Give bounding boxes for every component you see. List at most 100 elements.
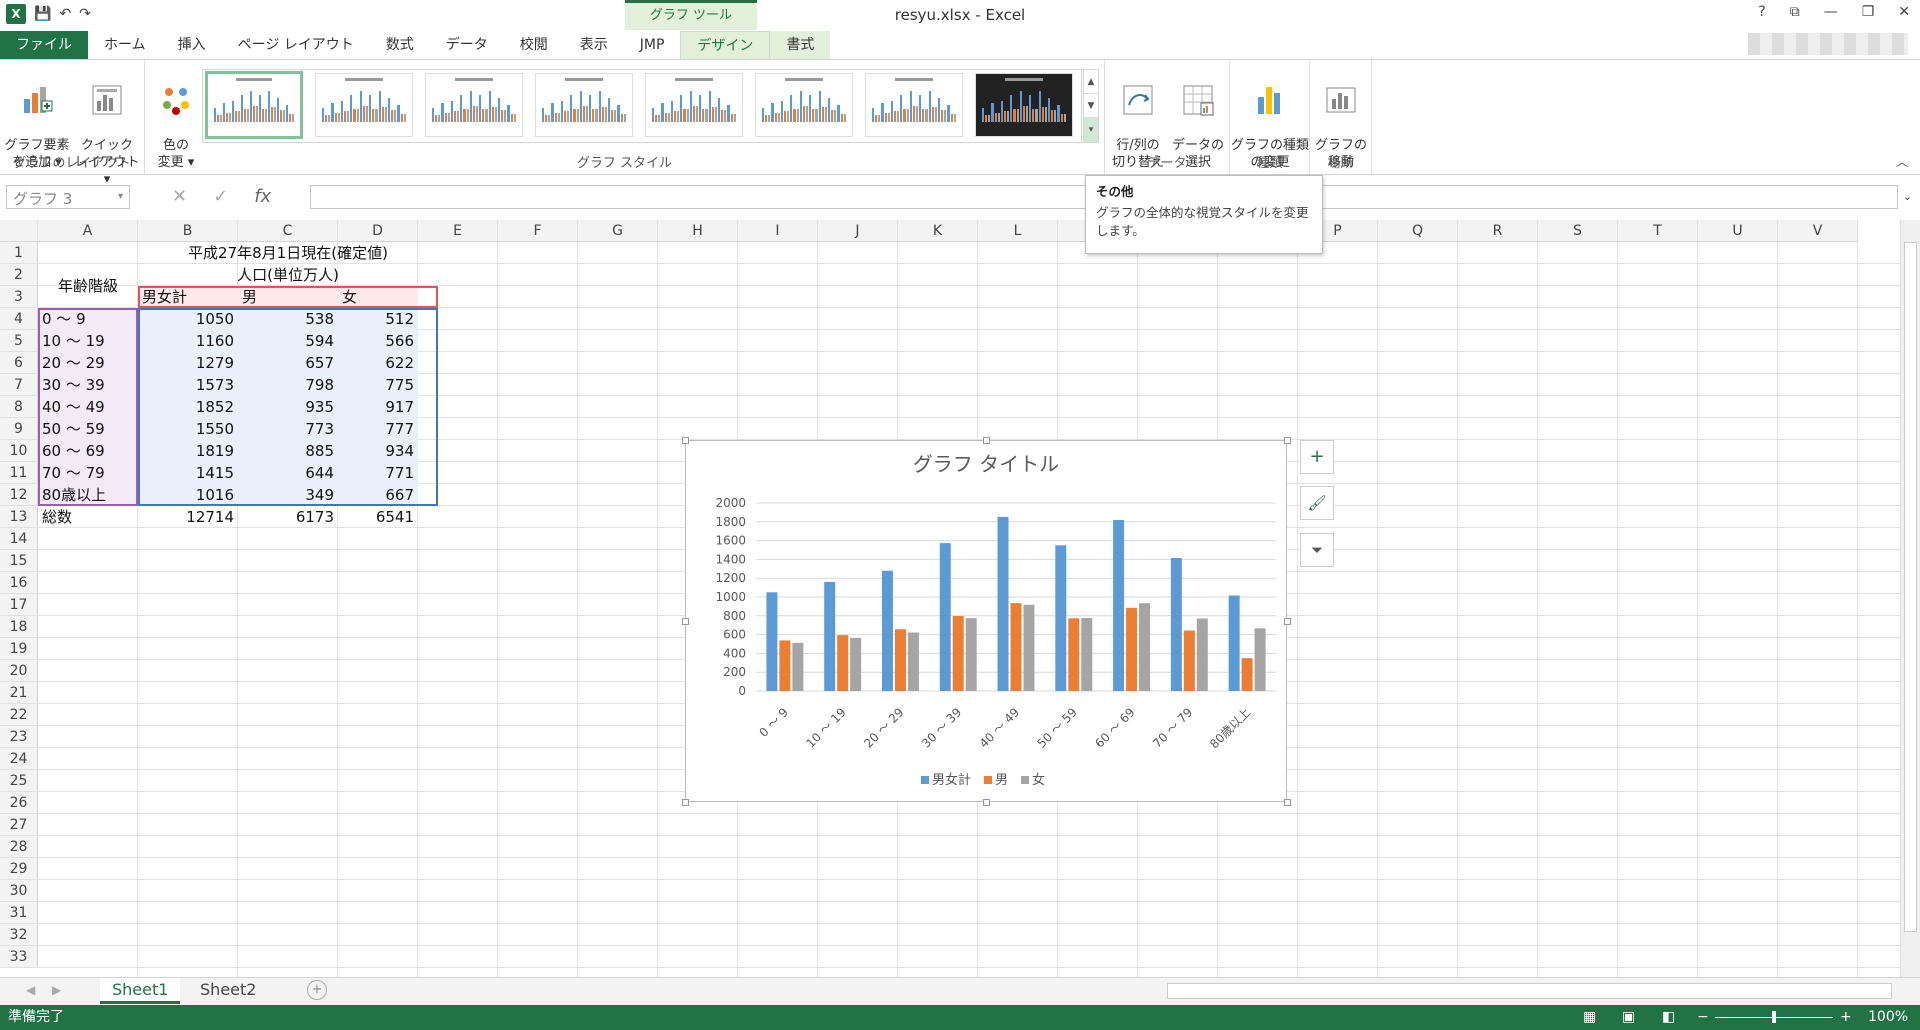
value-cell[interactable]: 771 <box>338 462 418 484</box>
gallery-down-icon[interactable]: ▼ <box>1084 94 1098 118</box>
chart-resize-handle[interactable] <box>682 618 689 625</box>
cancel-icon[interactable]: ✕ <box>172 186 187 207</box>
enter-icon[interactable]: ✓ <box>213 186 228 207</box>
row-header-21[interactable]: 21 <box>0 682 38 704</box>
column-header-C[interactable]: C <box>238 220 338 242</box>
chart-style-thumbnail[interactable] <box>425 73 523 137</box>
chart-style-thumbnail[interactable] <box>865 73 963 137</box>
chart-resize-handle[interactable] <box>1284 799 1291 806</box>
tab-formulas[interactable]: 数式 <box>370 31 430 59</box>
column-header-I[interactable]: I <box>738 220 818 242</box>
vertical-scrollbar[interactable] <box>1900 220 1920 977</box>
help-icon[interactable]: ? <box>1758 4 1765 20</box>
column-header-B[interactable]: B <box>138 220 238 242</box>
value-cell[interactable]: 934 <box>338 440 418 462</box>
tab-data[interactable]: データ <box>430 31 504 59</box>
value-cell[interactable]: 594 <box>238 330 338 352</box>
value-cell[interactable]: 12714 <box>138 506 238 528</box>
tab-format[interactable]: 書式 <box>770 31 831 59</box>
value-cell[interactable]: 1852 <box>138 396 238 418</box>
zoom-out-icon[interactable]: − <box>1697 1005 1709 1030</box>
sheet-tab-sheet2[interactable]: Sheet2 <box>188 978 268 1004</box>
column-header-R[interactable]: R <box>1458 220 1538 242</box>
row-header-32[interactable]: 32 <box>0 924 38 946</box>
row-header-10[interactable]: 10 <box>0 440 38 462</box>
row-header-11[interactable]: 11 <box>0 462 38 484</box>
age-class-cell[interactable]: 0 ～ 9 <box>38 308 138 330</box>
tab-file[interactable]: ファイル <box>0 31 88 59</box>
select-all-corner[interactable] <box>0 220 38 242</box>
zoom-in-icon[interactable]: + <box>1840 1005 1852 1030</box>
column-header-L[interactable]: L <box>978 220 1058 242</box>
row-header-1[interactable]: 1 <box>0 242 38 264</box>
row-header-33[interactable]: 33 <box>0 946 38 968</box>
tab-page-layout[interactable]: ページ レイアウト <box>222 31 370 59</box>
tab-jmp[interactable]: JMP <box>624 31 681 59</box>
value-cell[interactable]: 1160 <box>138 330 238 352</box>
value-cell[interactable]: 917 <box>338 396 418 418</box>
row-header-27[interactable]: 27 <box>0 814 38 836</box>
row-header-13[interactable]: 13 <box>0 506 38 528</box>
series-header-cell[interactable]: 男 <box>238 286 338 308</box>
row-header-3[interactable]: 3 <box>0 286 38 308</box>
value-cell[interactable]: 6541 <box>338 506 418 528</box>
row-header-30[interactable]: 30 <box>0 880 38 902</box>
sheet-title-1[interactable]: 平成27年8月1日現在(確定値) <box>138 242 438 264</box>
value-cell[interactable]: 775 <box>338 374 418 396</box>
row-header-6[interactable]: 6 <box>0 352 38 374</box>
name-box[interactable]: グラフ 3 ▾ <box>6 185 130 209</box>
minimize-button[interactable]: — <box>1824 4 1838 20</box>
account-name-blurred[interactable] <box>1748 33 1908 55</box>
value-cell[interactable]: 935 <box>238 396 338 418</box>
column-header-U[interactable]: U <box>1698 220 1778 242</box>
ribbon-display-options-icon[interactable]: ⧉ <box>1790 4 1800 20</box>
close-button[interactable]: ✕ <box>1898 4 1910 20</box>
gallery-more-icon[interactable]: ▾ <box>1084 118 1098 142</box>
row-header-31[interactable]: 31 <box>0 902 38 924</box>
column-header-H[interactable]: H <box>658 220 738 242</box>
column-header-A[interactable]: A <box>38 220 138 242</box>
age-class-cell[interactable]: 70 ～ 79 <box>38 462 138 484</box>
row-header-4[interactable]: 4 <box>0 308 38 330</box>
row-header-15[interactable]: 15 <box>0 550 38 572</box>
value-cell[interactable]: 644 <box>238 462 338 484</box>
value-cell[interactable]: 6173 <box>238 506 338 528</box>
normal-view-icon[interactable]: ▦ <box>1583 1005 1596 1030</box>
age-class-cell[interactable]: 80歳以上 <box>38 484 138 506</box>
age-class-header[interactable]: 年齢階級 <box>38 264 138 308</box>
collapse-ribbon-icon[interactable]: ︿ <box>1896 153 1908 170</box>
row-header-25[interactable]: 25 <box>0 770 38 792</box>
insert-function-icon[interactable]: fx <box>254 186 271 207</box>
chart-style-thumbnail[interactable] <box>645 73 743 137</box>
chart-resize-handle[interactable] <box>983 437 990 444</box>
new-sheet-icon[interactable]: + <box>307 980 327 1000</box>
age-class-cell[interactable]: 60 ～ 69 <box>38 440 138 462</box>
horizontal-scrollbar[interactable] <box>1167 983 1892 999</box>
chart-object[interactable]: グラフ タイトル 0 200 400 600 800 1000 1200 1400 1600 180… <box>685 440 1287 802</box>
age-class-cell[interactable]: 40 ～ 49 <box>38 396 138 418</box>
value-cell[interactable]: 566 <box>338 330 418 352</box>
column-header-E[interactable]: E <box>418 220 498 242</box>
row-header-8[interactable]: 8 <box>0 396 38 418</box>
value-cell[interactable]: 657 <box>238 352 338 374</box>
row-header-7[interactable]: 7 <box>0 374 38 396</box>
chart-resize-handle[interactable] <box>682 799 689 806</box>
column-header-D[interactable]: D <box>338 220 418 242</box>
chart-style-thumbnail[interactable] <box>755 73 853 137</box>
column-header-F[interactable]: F <box>498 220 578 242</box>
sheet-title-2[interactable]: 人口(単位万人) <box>138 264 438 286</box>
row-header-2[interactable]: 2 <box>0 264 38 286</box>
zoom-level[interactable]: 100% <box>1868 1005 1908 1030</box>
sheet-tab-sheet1[interactable]: Sheet1 <box>100 978 181 1004</box>
chart-style-thumbnail[interactable] <box>975 73 1073 137</box>
age-class-cell[interactable]: 10 ～ 19 <box>38 330 138 352</box>
column-header-J[interactable]: J <box>818 220 898 242</box>
page-layout-view-icon[interactable]: ▣ <box>1622 1005 1635 1030</box>
row-header-18[interactable]: 18 <box>0 616 38 638</box>
value-cell[interactable]: 622 <box>338 352 418 374</box>
value-cell[interactable]: 1279 <box>138 352 238 374</box>
column-header-V[interactable]: V <box>1778 220 1858 242</box>
age-class-cell[interactable]: 50 ～ 59 <box>38 418 138 440</box>
row-header-16[interactable]: 16 <box>0 572 38 594</box>
series-header-cell[interactable]: 女 <box>338 286 418 308</box>
